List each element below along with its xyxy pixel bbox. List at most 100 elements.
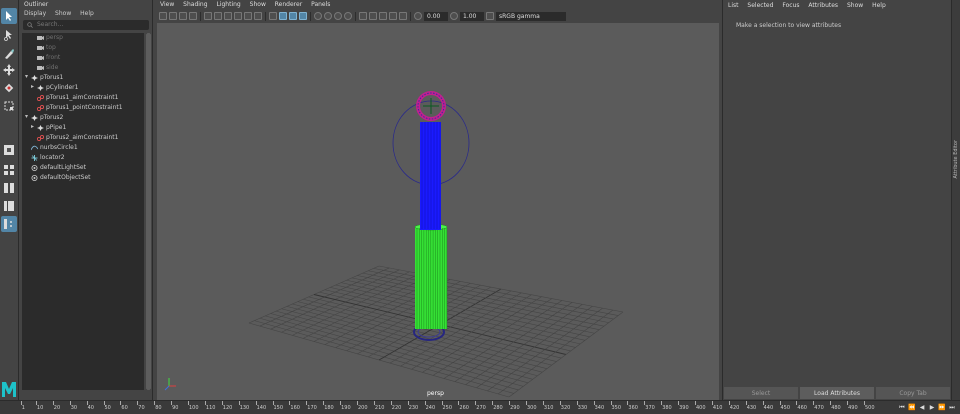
gamma-icon[interactable] xyxy=(450,12,458,20)
copy-tab-button[interactable]: Copy Tab xyxy=(876,387,950,399)
outliner-item-locator2[interactable]: locator2 xyxy=(22,153,144,163)
anti-aliasing-icon[interactable] xyxy=(359,12,367,20)
outliner-menu-show[interactable]: Show xyxy=(55,10,71,17)
outliner-scrollbar[interactable] xyxy=(146,33,151,390)
field-chart-icon[interactable] xyxy=(244,12,252,20)
gamma-field[interactable]: 1.00 xyxy=(460,11,484,21)
ae-menu-selected[interactable]: Selected xyxy=(747,2,773,9)
outliner-item-ptorus2-aimconstraint1[interactable]: pTorus2_aimConstraint1 xyxy=(22,133,144,143)
camera-attributes-icon[interactable] xyxy=(169,12,177,20)
outliner-menu-help[interactable]: Help xyxy=(80,10,94,17)
camera-icon xyxy=(37,45,44,51)
rotate-tool-icon[interactable] xyxy=(1,80,17,96)
timeline-tick-label: 220 xyxy=(391,405,402,411)
depth-of-field-icon[interactable] xyxy=(369,12,377,20)
lasso-tool-icon[interactable] xyxy=(1,27,17,43)
xray-joints-icon[interactable] xyxy=(399,12,407,20)
gate-mask-icon[interactable] xyxy=(234,12,242,20)
transform-icon xyxy=(31,75,38,81)
blue-cylinder[interactable] xyxy=(420,122,441,230)
ae-menu-attributes[interactable]: Attributes xyxy=(808,2,838,9)
shadows-icon[interactable] xyxy=(324,12,332,20)
locator-icon xyxy=(31,155,38,161)
step-forward-icon[interactable]: ⏩ xyxy=(938,403,946,412)
exposure-icon[interactable] xyxy=(414,12,422,20)
play-forwards-icon[interactable]: ▶ xyxy=(928,403,936,412)
scale-tool-icon[interactable] xyxy=(1,98,17,114)
outliner-item-defaultobjectset[interactable]: defaultObjectSet xyxy=(22,173,144,183)
smooth-shade-icon[interactable] xyxy=(279,12,287,20)
viewport-menu-shading[interactable]: Shading xyxy=(183,1,207,8)
screen-space-ao-icon[interactable] xyxy=(334,12,342,20)
scene-canvas[interactable] xyxy=(157,23,719,400)
two-view-layout-icon[interactable] xyxy=(1,180,17,196)
viewport-menu-show[interactable]: Show xyxy=(250,1,266,8)
step-back-icon[interactable]: ⏪ xyxy=(908,403,916,412)
viewport-menubar: View Shading Lighting Show Renderer Pane… xyxy=(155,0,721,10)
bookmark-icon[interactable] xyxy=(179,12,187,20)
3d-viewport[interactable]: persp xyxy=(157,23,719,400)
image-plane-icon[interactable] xyxy=(189,12,197,20)
single-view-layout-icon[interactable] xyxy=(1,142,17,158)
ae-menu-show[interactable]: Show xyxy=(847,2,863,9)
outliner-item-ptorus1-pointconstraint1[interactable]: pTorus1_pointConstraint1 xyxy=(22,103,144,113)
load-attributes-button[interactable]: Load Attributes xyxy=(800,387,874,399)
paint-select-tool-icon[interactable] xyxy=(1,46,17,62)
textured-icon[interactable] xyxy=(299,12,307,20)
play-backwards-icon[interactable]: ◀ xyxy=(918,403,926,412)
viewport-menu-renderer[interactable]: Renderer xyxy=(275,1,302,8)
outliner-item-nurbscircle1[interactable]: nurbsCircle1 xyxy=(22,143,144,153)
outliner-item-persp[interactable]: persp xyxy=(22,33,144,43)
ae-menu-list[interactable]: List xyxy=(728,2,739,9)
select-tool-icon[interactable] xyxy=(1,8,17,24)
timeline-tick-label: 390 xyxy=(679,405,689,411)
attribute-editor-side-tab[interactable]: Attribute Editor xyxy=(951,0,960,400)
outliner-item-side[interactable]: side xyxy=(22,63,144,73)
outliner-item-ptorus1-aimconstraint1[interactable]: pTorus1_aimConstraint1 xyxy=(22,93,144,103)
outliner-item-top[interactable]: top xyxy=(22,43,144,53)
resolution-gate-icon[interactable] xyxy=(224,12,232,20)
color-management-icon[interactable] xyxy=(486,12,494,20)
outliner-item-ptorus1[interactable]: ▾ pTorus1 xyxy=(22,73,144,83)
ae-menu-focus[interactable]: Focus xyxy=(782,2,799,9)
timeline-tick-label: 350 xyxy=(611,405,622,411)
outliner-item-front[interactable]: front xyxy=(22,53,144,63)
outliner-persp-layout-icon[interactable] xyxy=(1,216,17,232)
go-to-start-icon[interactable]: ⏮ xyxy=(898,403,906,412)
outliner-layout-icon[interactable] xyxy=(1,198,17,214)
outliner-search-input[interactable]: Search... xyxy=(23,20,149,30)
outliner-tree[interactable]: persp top front side ▾ pTorus1 ▸ pCylinder1 pTor… xyxy=(22,33,144,390)
grid-icon[interactable] xyxy=(204,12,212,20)
outliner-menubar: Display Show Help xyxy=(20,9,152,19)
isolate-select-icon[interactable] xyxy=(379,12,387,20)
select-camera-icon[interactable] xyxy=(159,12,167,20)
use-all-lights-icon[interactable] xyxy=(314,12,322,20)
outliner-item-defaultlightset[interactable]: defaultLightSet xyxy=(22,163,144,173)
outliner-item-pcylinder1[interactable]: ▸ pCylinder1 xyxy=(22,83,144,93)
viewport-menu-panels[interactable]: Panels xyxy=(311,1,330,8)
timeline-ticks[interactable]: 1 10 20 30 40 50 60 70 80 90 100 110 120 130 140 150 160… xyxy=(19,401,875,414)
ae-menu-help[interactable]: Help xyxy=(872,2,886,9)
xray-icon[interactable] xyxy=(389,12,397,20)
viewport-menu-view[interactable]: View xyxy=(160,1,174,8)
select-button[interactable]: Select xyxy=(724,387,798,399)
camera-name-label: persp xyxy=(427,390,444,397)
viewport-menu-lighting[interactable]: Lighting xyxy=(216,1,240,8)
view-transform-select[interactable]: sRGB gamma xyxy=(496,11,566,21)
outliner-menu-display[interactable]: Display xyxy=(24,10,46,17)
four-view-layout-icon[interactable] xyxy=(1,162,17,178)
outliner-item-ptorus2[interactable]: ▾ pTorus2 xyxy=(22,113,144,123)
wireframe-icon[interactable] xyxy=(269,12,277,20)
outliner-item-ppipe1[interactable]: ▸ pPipe1 xyxy=(22,123,144,133)
motion-blur-icon[interactable] xyxy=(344,12,352,20)
scrollbar-thumb[interactable] xyxy=(146,33,151,390)
wireframe-on-shaded-icon[interactable] xyxy=(289,12,297,20)
exposure-field[interactable]: 0.00 xyxy=(424,11,448,21)
film-gate-icon[interactable] xyxy=(214,12,222,20)
viewport-toolbar: 0.00 1.00 sRGB gamma xyxy=(155,10,721,22)
timeline-tick-label: 200 xyxy=(358,405,368,411)
time-slider[interactable]: 1 10 20 30 40 50 60 70 80 90 100 110 120 130 140 150 160… xyxy=(0,400,960,414)
move-tool-icon[interactable] xyxy=(1,62,17,78)
go-to-end-icon[interactable]: ⏭ xyxy=(948,403,956,412)
safe-action-icon[interactable] xyxy=(254,12,262,20)
